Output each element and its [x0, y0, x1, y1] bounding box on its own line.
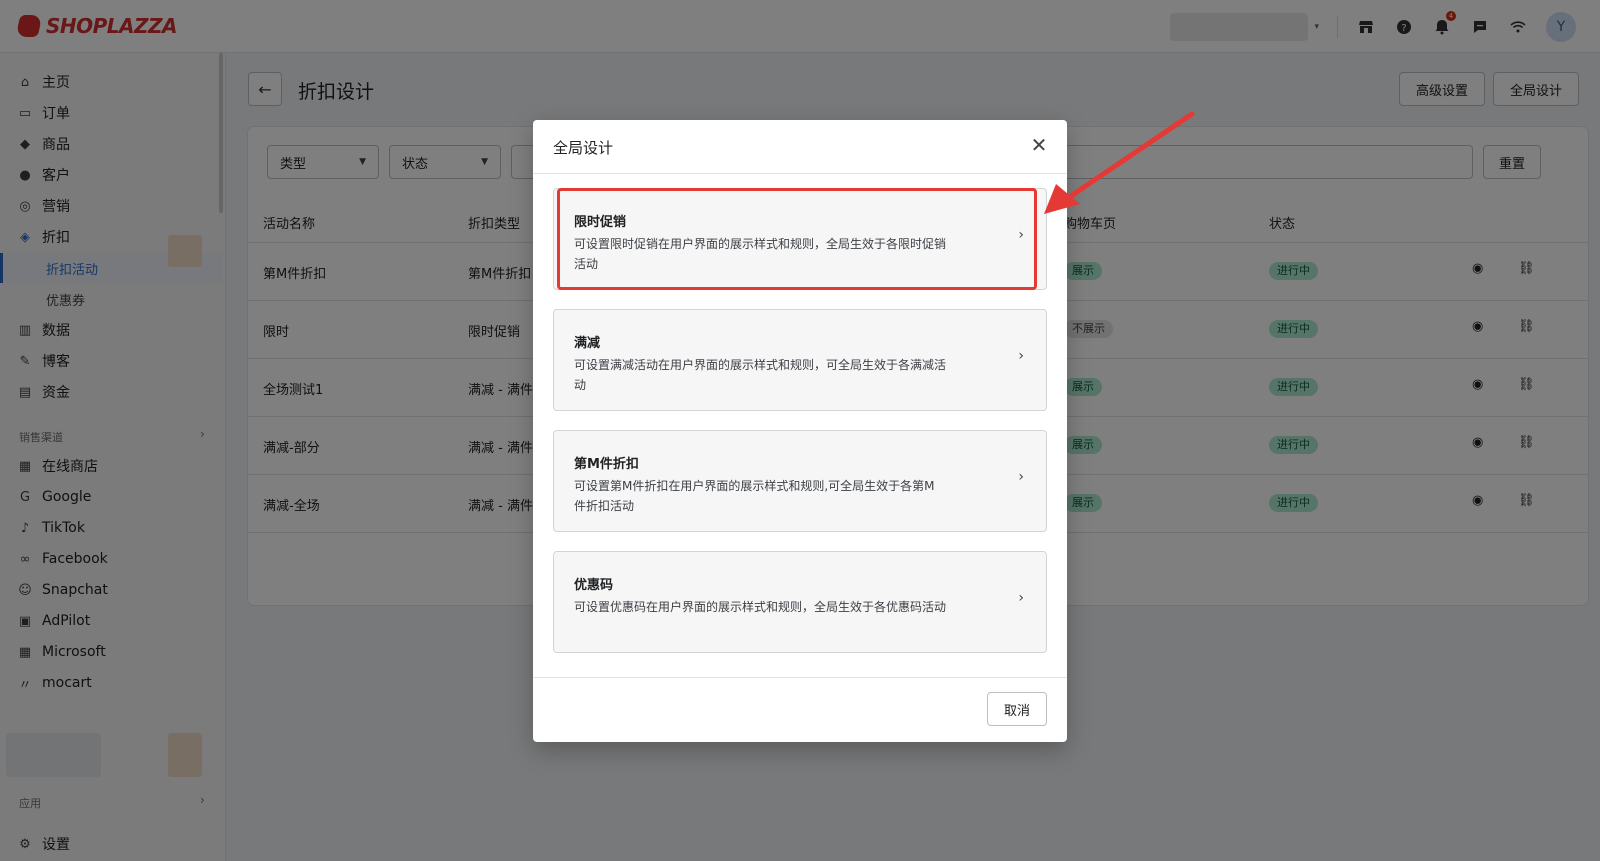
highlight-box	[557, 188, 1037, 290]
option-coupon-code[interactable]: 优惠码 可设置优惠码在用户界面的展示样式和规则，全局生效于各优惠码活动 ›	[553, 551, 1047, 653]
option-title: 优惠码	[574, 578, 614, 593]
option-description: 可设置第M件折扣在用户界面的展示样式和规则,可全局生效于各第M件折扣活动	[574, 479, 935, 513]
option-description: 可设置优惠码在用户界面的展示样式和规则，全局生效于各优惠码活动	[574, 600, 947, 614]
dialog-footer: 取消	[533, 677, 1067, 742]
annotation-arrow	[1044, 111, 1195, 214]
chevron-right-icon: ›	[1018, 348, 1024, 364]
chevron-right-icon: ›	[1018, 590, 1024, 606]
cancel-button[interactable]: 取消	[987, 692, 1047, 726]
chevron-right-icon: ›	[1018, 469, 1024, 485]
option-full-reduction[interactable]: 满减 可设置满减活动在用户界面的展示样式和规则，可全局生效于各满减活动 ›	[553, 309, 1047, 411]
dialog-header: 全局设计 ✕	[533, 120, 1067, 174]
global-design-dialog: 全局设计 ✕ 限时促销 可设置限时促销在用户界面的展示样式和规则，全局生效于各限…	[533, 120, 1067, 742]
option-nth-item-discount[interactable]: 第M件折扣 可设置第M件折扣在用户界面的展示样式和规则,可全局生效于各第M件折扣…	[553, 430, 1047, 532]
option-description: 可设置满减活动在用户界面的展示样式和规则，可全局生效于各满减活动	[574, 358, 947, 392]
option-title: 第M件折扣	[574, 457, 639, 472]
option-title: 满减	[574, 336, 601, 351]
dialog-title: 全局设计	[553, 139, 614, 157]
